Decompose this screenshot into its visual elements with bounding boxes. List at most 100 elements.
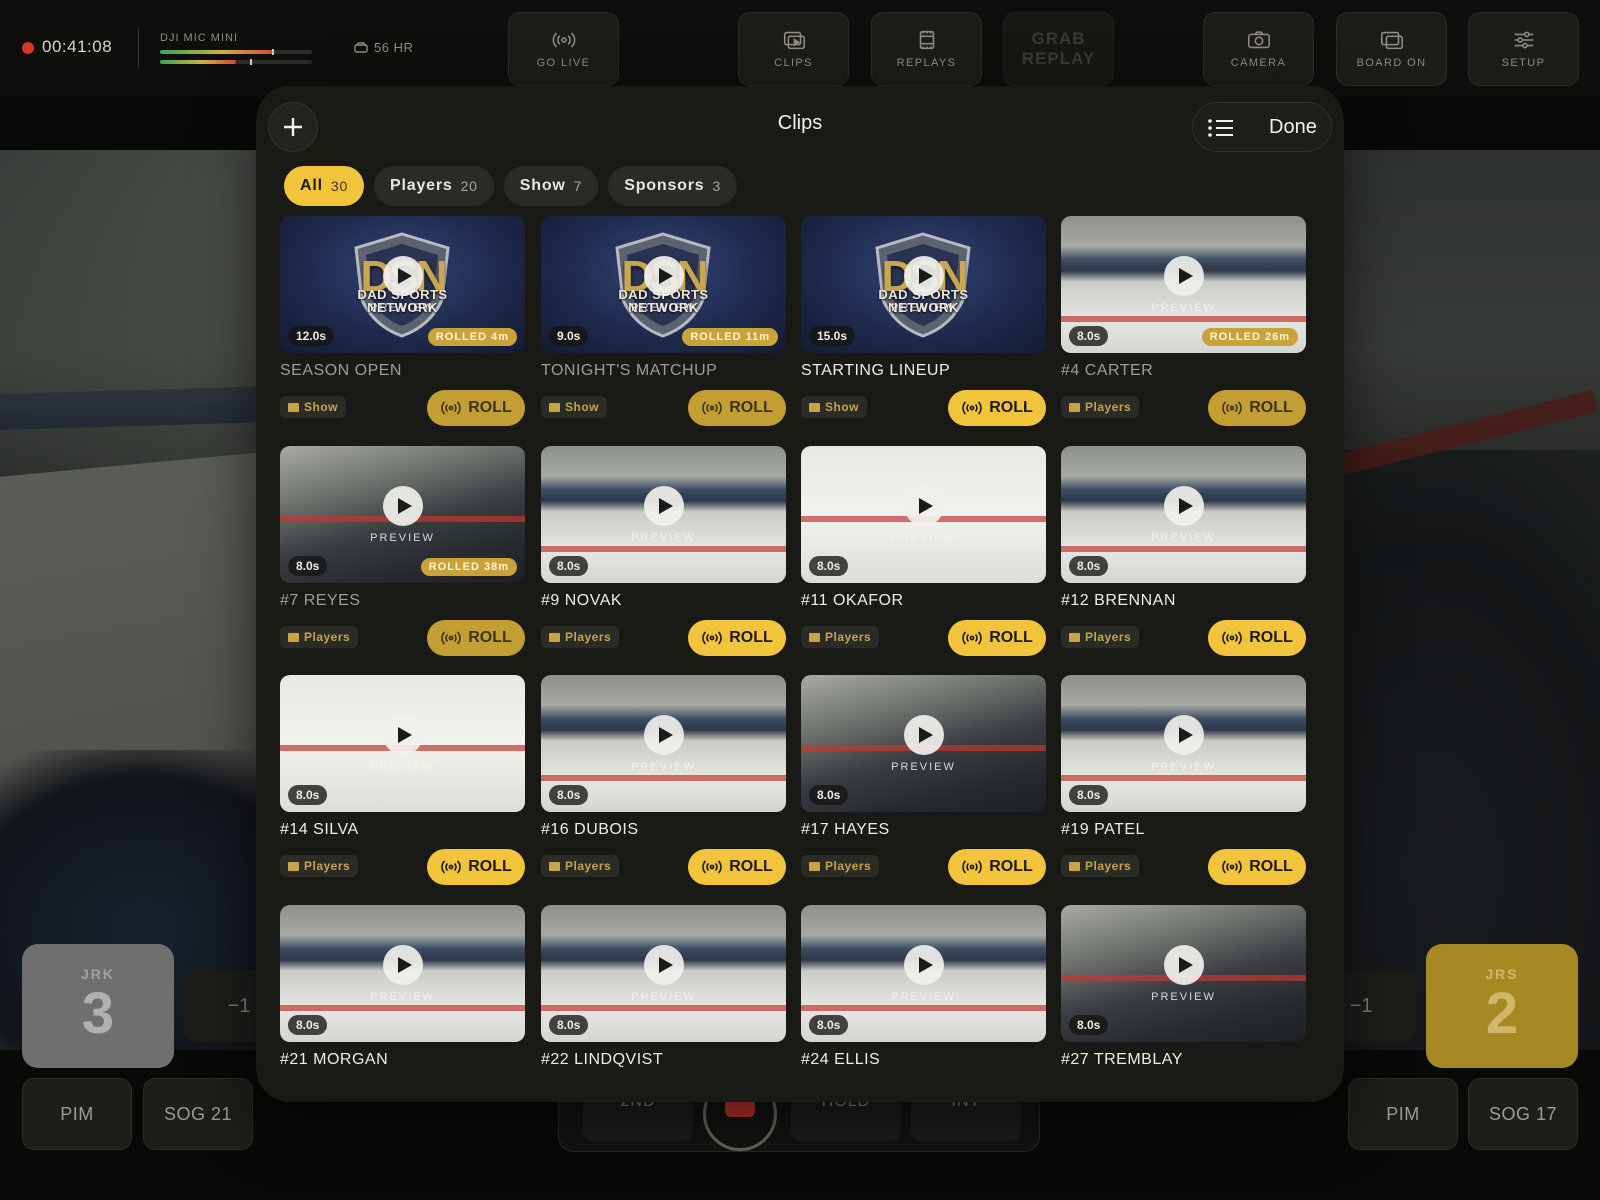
away-pim-button[interactable]: PIM [1348,1078,1458,1150]
clip-category-tag: Players [801,626,880,648]
clip-thumbnail[interactable]: PREVIEW 8.0s ROLLED 38m [280,446,525,583]
play-icon[interactable] [644,486,684,526]
folder-icon [809,402,820,412]
replays-button[interactable]: REPLAYS [871,12,982,86]
roll-button[interactable]: ROLL [688,849,786,885]
clip-thumbnail[interactable]: PREVIEW 8.0s ROLLED 26m [1061,216,1306,353]
category-label: Players [565,630,612,644]
roll-button[interactable]: ROLL [1208,620,1306,656]
clip-thumbnail[interactable]: PREVIEW 8.0s [280,905,525,1042]
play-icon[interactable] [904,945,944,985]
clip-duration: 8.0s [549,785,589,805]
top-toolbar: 00:41:08 DJI MIC MINI 56 HR GO LIVE CLIP… [0,0,1600,96]
clip-thumbnail[interactable]: DSNDAD SPORTSNETWORKPREVIEW9.0sROLLED 11… [541,216,786,353]
clip-duration: 12.0s [288,326,335,346]
clip-thumbnail[interactable]: PREVIEW 8.0s [801,446,1046,583]
category-label: Show [825,400,859,414]
roll-label: ROLL [468,629,512,646]
clip-category-tag: Players [1061,396,1140,418]
play-icon[interactable] [644,256,684,296]
list-view-icon[interactable] [1207,117,1235,139]
clip-duration: 8.0s [549,1015,589,1035]
play-icon[interactable] [383,486,423,526]
away-score-panel[interactable]: JRS 2 [1426,944,1578,1068]
clip-thumbnail[interactable]: PREVIEW 8.0s [1061,905,1306,1042]
clip-thumbnail[interactable]: DSNDAD SPORTSNETWORKPREVIEW15.0s [801,216,1046,353]
play-icon[interactable] [1164,256,1204,296]
clip-thumbnail[interactable]: PREVIEW 8.0s [541,905,786,1042]
play-icon[interactable] [644,945,684,985]
clip-thumbnail[interactable]: PREVIEW 8.0s [541,446,786,583]
clip-card: PREVIEW 8.0s ROLLED 26m #4 CARTER Players ROL… [1061,216,1306,436]
broadcast-icon [962,631,982,645]
folder-icon [1069,402,1080,412]
roll-button[interactable]: ROLL [1208,390,1306,426]
filter-chip-label: Players [390,177,453,194]
play-icon[interactable] [904,256,944,296]
filter-chip-label: Sponsors [624,177,705,194]
clip-thumbnail[interactable]: PREVIEW 8.0s [801,905,1046,1042]
home-score-panel[interactable]: JRK 3 [22,944,174,1068]
roll-button[interactable]: ROLL [427,849,525,885]
clip-thumbnail[interactable]: DSNDAD SPORTSNETWORKPREVIEW12.0sROLLED 4… [280,216,525,353]
clip-thumbnail[interactable]: PREVIEW 8.0s [801,675,1046,812]
camera-label: CAMERA [1230,57,1287,69]
filter-chip-show[interactable]: Show 7 [503,166,599,206]
filter-chip-count: 30 [330,178,349,194]
home-pim-button[interactable]: PIM [22,1078,132,1150]
broadcast-icon [702,631,722,645]
board-on-button[interactable]: BOARD ON [1336,12,1447,86]
clip-category-tag: Players [1061,626,1140,648]
play-icon[interactable] [1164,945,1204,985]
roll-button[interactable]: ROLL [1208,849,1306,885]
roll-button[interactable]: ROLL [948,620,1046,656]
roll-button[interactable]: ROLL [948,849,1046,885]
mic-peak-marker [272,49,274,55]
sheet-title: Clips [777,112,823,134]
play-triangle-icon [918,498,933,514]
done-button[interactable]: Done [1269,116,1317,139]
camera-button[interactable]: CAMERA [1203,12,1314,86]
roll-button[interactable]: ROLL [688,620,786,656]
clip-thumbnail[interactable]: PREVIEW 8.0s [280,675,525,812]
filter-chip-all[interactable]: All 30 [284,166,365,206]
clip-thumbnail[interactable]: PREVIEW 8.0s [1061,446,1306,583]
play-icon[interactable] [383,945,423,985]
grab-replay-button[interactable]: GRAB REPLAY [1003,12,1114,86]
clip-category-tag: Players [801,855,880,877]
clips-button[interactable]: CLIPS [738,12,849,86]
go-live-button[interactable]: GO LIVE [508,12,619,86]
away-sog-button[interactable]: SOG 17 [1468,1078,1578,1150]
play-icon[interactable] [383,256,423,296]
clip-thumbnail[interactable]: PREVIEW 8.0s [1061,675,1306,812]
category-label: Players [1085,859,1132,873]
preview-label: PREVIEW [631,761,696,773]
folder-icon [1069,632,1080,642]
clip-category-tag: Show [280,396,346,418]
play-icon[interactable] [1164,486,1204,526]
roll-button[interactable]: ROLL [948,390,1046,426]
filter-chip-players[interactable]: Players 20 [374,166,494,206]
play-icon[interactable] [904,486,944,526]
preview-label: PREVIEW [891,761,956,773]
play-icon[interactable] [644,715,684,755]
clip-name: #14 SILVA [280,821,359,838]
home-sog-button[interactable]: SOG 21 [143,1078,253,1150]
storage-text: 56 HR [374,40,414,55]
boards-stripe [1061,775,1306,781]
clip-duration: 8.0s [809,1015,849,1035]
play-icon[interactable] [904,715,944,755]
roll-label: ROLL [1249,399,1293,416]
clip-name: #7 REYES [280,592,361,609]
clip-thumbnail[interactable]: PREVIEW 8.0s [541,675,786,812]
play-icon[interactable] [1164,715,1204,755]
clip-duration: 8.0s [1069,1015,1109,1035]
roll-button[interactable]: ROLL [427,390,525,426]
play-icon[interactable] [383,715,423,755]
filter-chip-sponsors[interactable]: Sponsors 3 [608,166,738,206]
roll-button[interactable]: ROLL [688,390,786,426]
setup-button[interactable]: SETUP [1468,12,1579,86]
preview-label: PREVIEW [631,302,696,314]
roll-button[interactable]: ROLL [427,620,525,656]
folder-icon [809,632,820,642]
